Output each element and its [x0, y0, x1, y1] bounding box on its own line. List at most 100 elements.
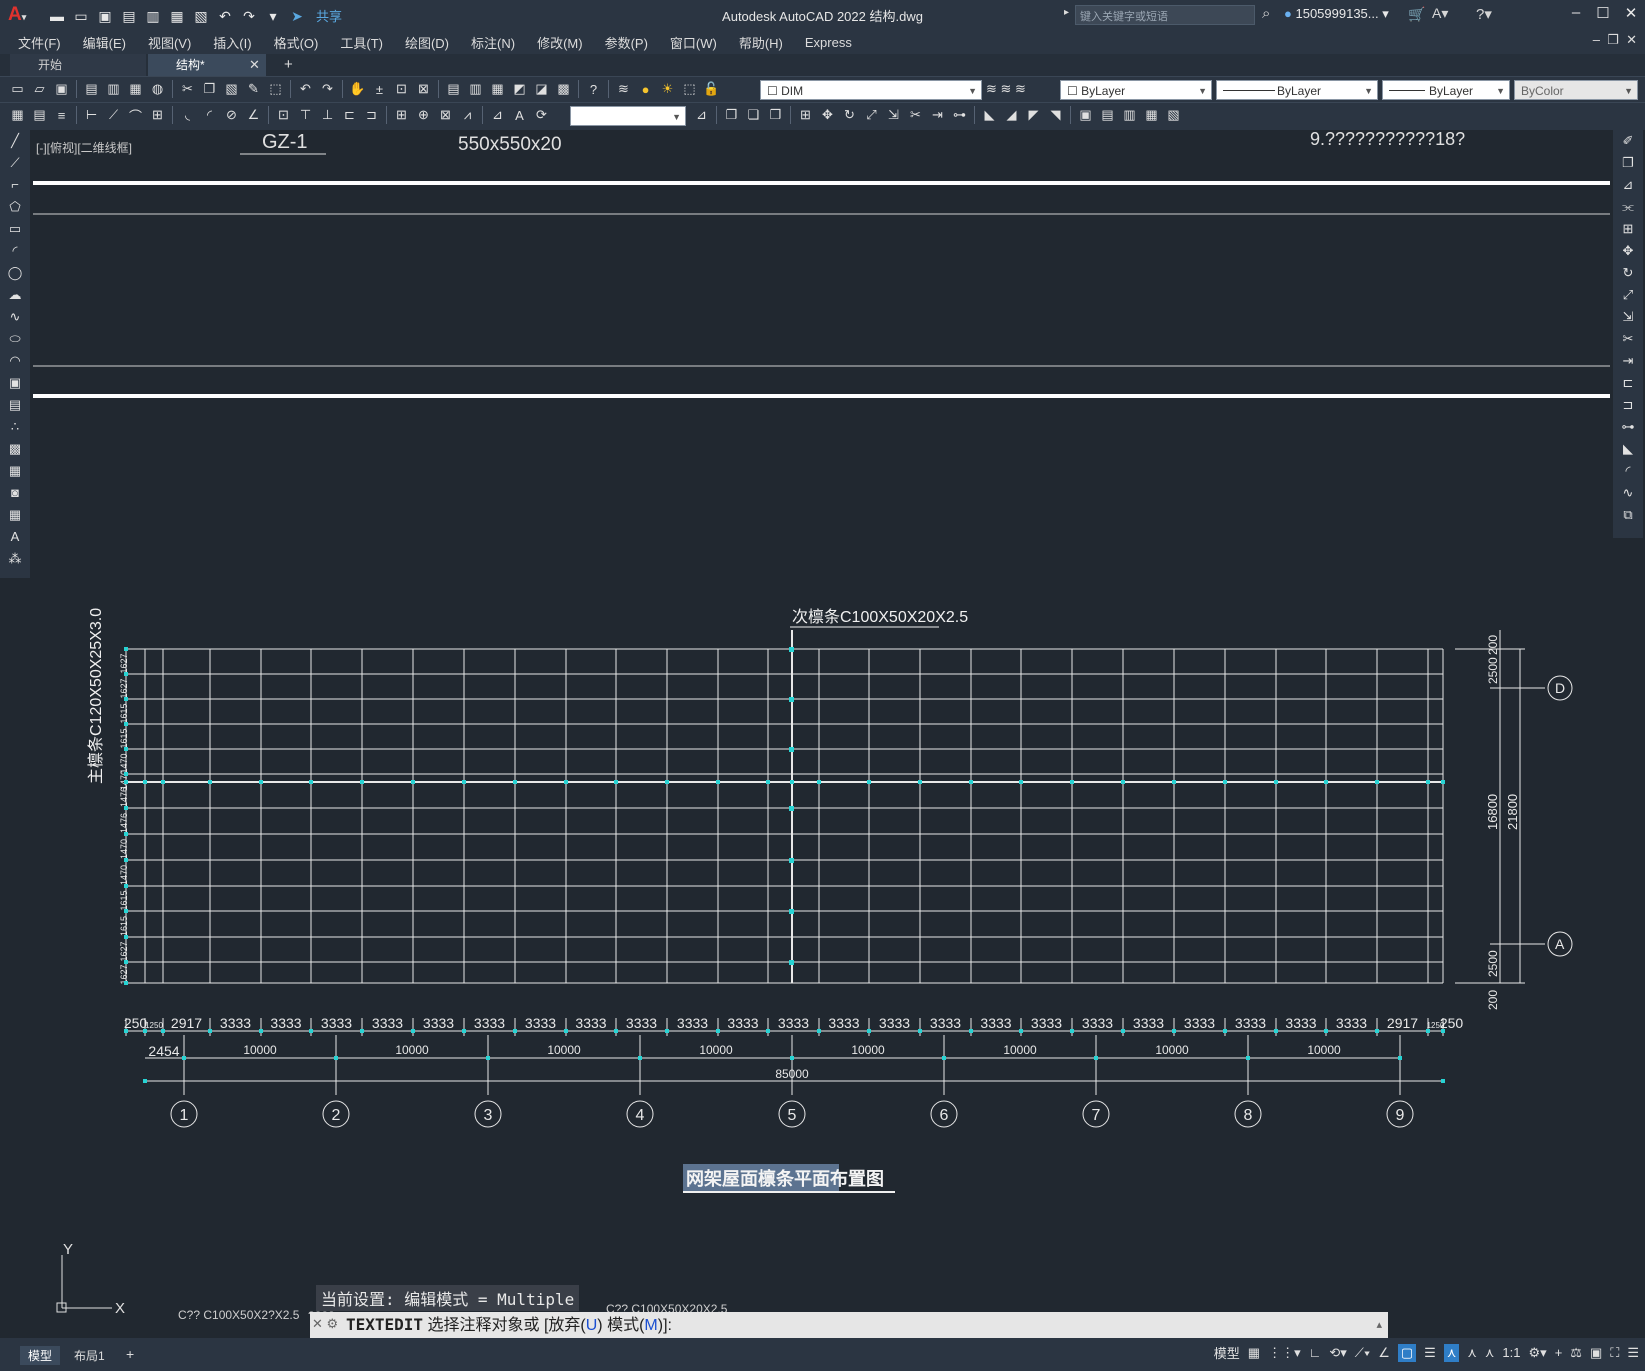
publish-icon[interactable]: ▦: [126, 80, 145, 98]
break-object-icon[interactable]: ⊶: [950, 106, 969, 124]
maximize-window-icon[interactable]: ☐: [1592, 4, 1614, 22]
circle-icon[interactable]: ◯: [0, 262, 30, 284]
cut-icon[interactable]: ✂: [178, 80, 197, 98]
markup-icon[interactable]: ◪: [532, 80, 551, 98]
center-mark-icon[interactable]: ⊕: [414, 106, 433, 124]
save-icon[interactable]: ▣: [52, 80, 71, 98]
chamfer-icon[interactable]: ◣: [1613, 438, 1643, 460]
search-expand-icon[interactable]: ▸: [1064, 7, 1069, 18]
table-icon[interactable]: ▦: [0, 504, 30, 526]
open-web-icon[interactable]: ▥: [144, 7, 162, 25]
osnap-tracking-icon[interactable]: ∠: [1378, 1345, 1390, 1361]
tab-model[interactable]: 模型: [20, 1346, 61, 1365]
user-account[interactable]: ● 1505999135... ▾: [1284, 6, 1389, 22]
design-center-icon[interactable]: ▥: [466, 80, 485, 98]
undo-icon[interactable]: ↶: [296, 80, 315, 98]
explode-icon[interactable]: ⧉: [1613, 504, 1643, 526]
copy-icon[interactable]: ❐: [1613, 152, 1643, 174]
save-icon[interactable]: ▣: [96, 7, 114, 25]
add-selected-icon[interactable]: ⁂: [0, 548, 30, 570]
construction-line-icon[interactable]: ⟋: [0, 152, 30, 174]
menu-express[interactable]: Express: [794, 35, 863, 50]
share-icon[interactable]: ➤: [288, 7, 306, 25]
menu-edit[interactable]: 编辑(E): [72, 33, 137, 52]
share-button[interactable]: 共享: [316, 6, 342, 25]
lineweight-icon[interactable]: ☰: [1424, 1345, 1436, 1361]
stretch-icon[interactable]: ⇲: [1613, 306, 1643, 328]
dim-edit-icon[interactable]: ⊿: [488, 106, 507, 124]
ungroup-icon[interactable]: ≡: [52, 106, 71, 124]
image-icon[interactable]: ▦: [1142, 106, 1161, 124]
menu-draw[interactable]: 绘图(D): [394, 33, 460, 52]
new-tab-icon[interactable]: +: [284, 54, 293, 76]
search-icon[interactable]: ⌕: [1262, 5, 1270, 22]
lightbulb-icon[interactable]: ●: [636, 80, 655, 98]
save-web-icon[interactable]: ▦: [168, 7, 186, 25]
crosshair-icon[interactable]: +: [1555, 1345, 1563, 1360]
ellipse-arc-icon[interactable]: ◠: [0, 350, 30, 372]
paste-icon[interactable]: ▧: [222, 80, 241, 98]
menu-help[interactable]: 帮助(H): [728, 33, 794, 52]
customize-qat-icon[interactable]: ▾: [264, 7, 282, 25]
offset-icon[interactable]: ⫘: [1613, 196, 1643, 218]
layer-tools-icons[interactable]: ≋ ≋ ≋: [986, 81, 1026, 97]
drawing-canvas[interactable]: GZ-1 550x550x20 9.???????????18? 1627162…: [32, 130, 1610, 1338]
tab-start[interactable]: 开始: [10, 54, 146, 76]
osnap-icon[interactable]: ▢: [1397, 1343, 1417, 1362]
move-object-icon[interactable]: ✥: [818, 106, 837, 124]
new-file-icon[interactable]: ▬: [48, 7, 66, 25]
open-file-icon[interactable]: ▭: [72, 7, 90, 25]
plot-icon[interactable]: ▧: [192, 7, 210, 25]
space-icon[interactable]: ⊏: [340, 106, 359, 124]
polygon-icon[interactable]: ⬠: [0, 196, 30, 218]
menu-parametric[interactable]: 参数(P): [594, 33, 659, 52]
auto-scale-icon[interactable]: ⋏: [1467, 1345, 1477, 1361]
tab-layout1[interactable]: 布局1: [66, 1346, 113, 1365]
hatch-icon[interactable]: ▩: [0, 438, 30, 460]
open-icon[interactable]: ▱: [30, 80, 49, 98]
region-icon[interactable]: ◙: [0, 482, 30, 504]
undo-icon[interactable]: ↶: [216, 7, 234, 25]
wrench-icon[interactable]: ⚙: [327, 1316, 339, 1331]
properties-icon[interactable]: ▤: [444, 80, 463, 98]
close-command-icon[interactable]: ✕: [312, 1316, 323, 1331]
plan-title[interactable]: 网架屋面檩条平面布置图: [686, 1168, 884, 1189]
tolerance-icon[interactable]: ⊞: [392, 106, 411, 124]
continue-icon[interactable]: ⊥: [318, 106, 337, 124]
baseline-icon[interactable]: ⊤: [296, 106, 315, 124]
radius-icon[interactable]: ◟: [178, 106, 197, 124]
menu-file[interactable]: 文件(F): [0, 33, 72, 52]
menu-format[interactable]: 格式(O): [263, 33, 330, 52]
ortho-icon[interactable]: ∟: [1309, 1345, 1322, 1360]
doc-close-icon[interactable]: ✕: [1626, 32, 1637, 47]
match-properties-icon[interactable]: ✎: [244, 80, 263, 98]
grid-icon[interactable]: ▦: [1248, 1345, 1260, 1361]
aligned-dim-icon[interactable]: ⟋: [104, 106, 123, 124]
3d-print-icon[interactable]: ◍: [148, 80, 167, 98]
command-line[interactable]: TEXTEDIT 选择注释对象或 [放弃(U) 模式(M)]: ▴: [310, 1312, 1388, 1338]
fillet-icon[interactable]: ◢: [1002, 106, 1021, 124]
quick-dim-icon[interactable]: ⊡: [274, 106, 293, 124]
jogged-linear-icon[interactable]: ⩘: [458, 106, 477, 124]
zoom-window-icon[interactable]: ⊡: [392, 80, 411, 98]
blend-curves-icon[interactable]: ∿: [1613, 482, 1643, 504]
mirror-object-icon[interactable]: ❏: [744, 106, 763, 124]
extend-object-icon[interactable]: ⇥: [928, 106, 947, 124]
lineweight-dropdown[interactable]: ByLayer ▼: [1382, 80, 1510, 100]
break-at-point-icon[interactable]: ⊏: [1613, 372, 1643, 394]
multiline-text-icon[interactable]: A: [0, 526, 30, 548]
new-icon[interactable]: ▭: [8, 80, 27, 98]
copy-icon[interactable]: ❐: [200, 80, 219, 98]
ellipse-icon[interactable]: ⬭: [0, 328, 30, 350]
dim-text-edit-icon[interactable]: A: [510, 106, 529, 124]
close-tab-icon[interactable]: ✕: [249, 54, 260, 76]
explode-icon[interactable]: ◥: [1046, 106, 1065, 124]
pdf-icon[interactable]: ▧: [1164, 106, 1183, 124]
insert-block-icon[interactable]: ▣: [0, 372, 30, 394]
model-space-button[interactable]: 模型: [1214, 1343, 1240, 1362]
autocad-logo-icon[interactable]: A▾: [8, 4, 26, 26]
arc-icon[interactable]: ◜: [0, 240, 30, 262]
make-block-icon[interactable]: ▤: [0, 394, 30, 416]
redo-icon[interactable]: ↷: [240, 7, 258, 25]
linetype-dropdown[interactable]: ByLayer ▼: [1216, 80, 1378, 100]
